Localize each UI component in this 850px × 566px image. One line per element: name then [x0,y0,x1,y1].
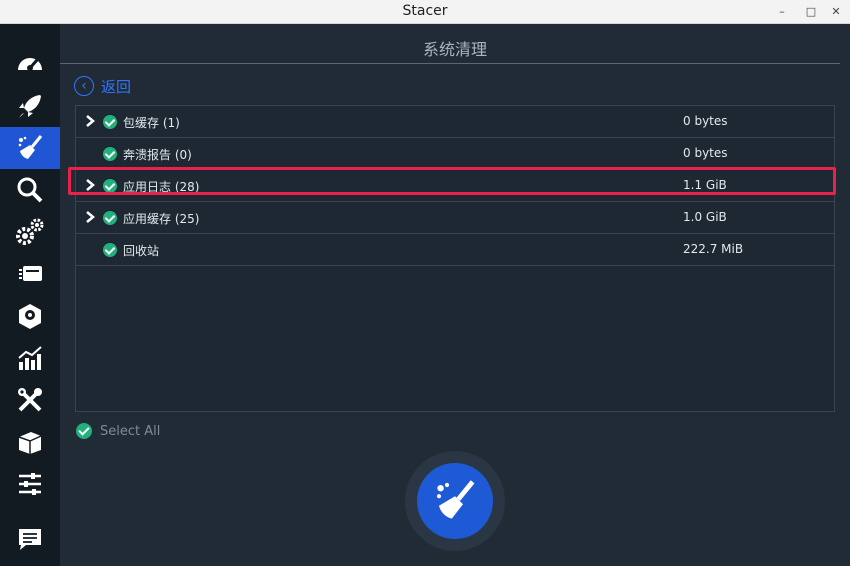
item-name: 回收站 [123,244,160,258]
sidebar-item-uninstaller[interactable] [0,295,60,337]
window-title: Stacer [402,3,448,19]
box-icon [18,432,42,454]
select-all-checkbox[interactable]: Select All [76,423,160,439]
list-item[interactable]: 奔溃报告 (0) 0 bytes [76,138,834,170]
item-name: 应用日志 (28) [123,180,200,194]
item-size: 0 bytes [683,114,728,128]
message-icon [19,529,41,550]
sidebar-item-services[interactable] [0,211,60,253]
chevron-right-icon[interactable] [84,210,96,224]
package-disk-icon [19,304,41,329]
item-name: 包缓存 (1) [123,116,180,130]
sliders-icon [19,473,41,495]
rocket-icon [19,95,41,118]
main-panel: 系统清理 ‹ 返回 包缓存 (1) 0 bytes 奔溃报告 (0) 0 byt… [60,24,850,566]
checked-icon[interactable] [103,211,117,225]
broom-icon [436,480,475,519]
item-name: 奔溃报告 (0) [123,148,192,162]
chevron-right-icon[interactable] [84,178,96,192]
checked-icon[interactable] [103,243,117,257]
list-item[interactable]: 回收站 222.7 MiB [76,234,834,266]
checked-icon [76,423,92,439]
close-button[interactable]: ✕ [826,2,846,22]
checked-icon[interactable] [103,115,117,129]
item-name: 应用缓存 (25) [123,212,200,226]
sidebar-item-cleaner[interactable] [0,127,60,169]
clean-button[interactable] [417,463,493,539]
cleanup-list: 包缓存 (1) 0 bytes 奔溃报告 (0) 0 bytes 应用日志 (2… [75,105,835,412]
list-item[interactable]: 包缓存 (1) 0 bytes [76,106,834,138]
minimize-button[interactable]: – [772,2,792,22]
sidebar-item-processes[interactable] [0,253,60,295]
gears-icon [16,218,44,245]
back-button[interactable]: ‹ 返回 [74,76,131,96]
checked-icon[interactable] [103,147,117,161]
search-icon [17,177,43,203]
sidebar-item-dashboard[interactable] [0,43,60,85]
sidebar-item-startup[interactable] [0,85,60,127]
select-all-label: Select All [100,423,161,439]
chevron-left-icon: ‹ [74,76,94,96]
chevron-right-icon[interactable] [84,114,96,128]
cards-icon [19,266,42,281]
sidebar [0,24,60,566]
tools-icon [18,388,42,412]
sidebar-item-search[interactable] [0,169,60,211]
sidebar-item-apt[interactable] [0,421,60,463]
broom-icon [18,135,43,159]
title-bar: Stacer – □ ✕ [0,0,850,24]
item-size: 1.0 GiB [683,210,727,224]
sidebar-item-resources[interactable] [0,337,60,379]
list-item[interactable]: 应用缓存 (25) 1.0 GiB [76,202,834,234]
list-item[interactable]: 应用日志 (28) 1.1 GiB [76,170,834,202]
sidebar-item-helpers[interactable] [0,379,60,421]
item-size: 0 bytes [683,146,728,160]
chart-icon [18,346,42,370]
sidebar-item-feedback[interactable] [0,518,60,560]
back-label: 返回 [101,77,132,96]
sidebar-item-settings[interactable] [0,463,60,505]
page-title: 系统清理 [422,40,487,59]
title-divider [60,63,840,64]
clean-button-ring [405,451,505,551]
maximize-button[interactable]: □ [801,2,821,22]
checked-icon[interactable] [103,179,117,193]
item-size: 222.7 MiB [683,242,744,256]
speedometer-icon [18,58,42,71]
item-size: 1.1 GiB [683,178,727,192]
